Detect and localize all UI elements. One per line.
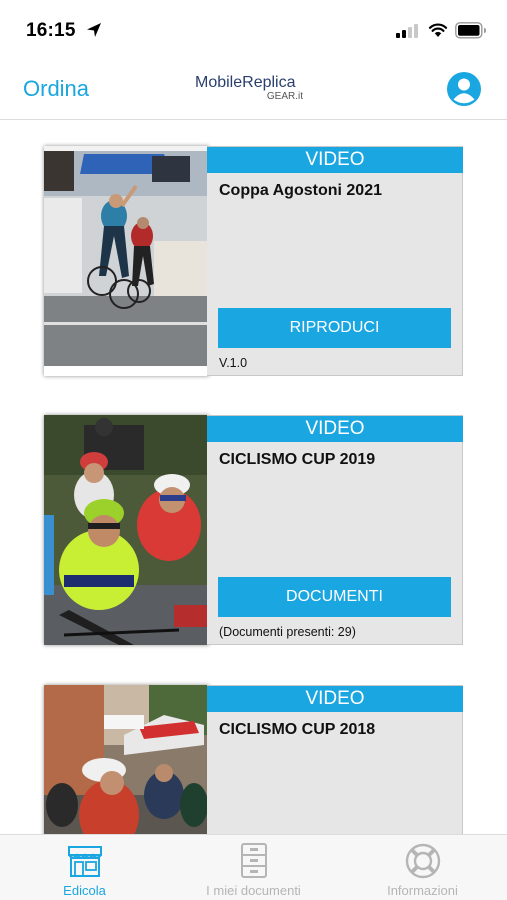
cyclist-finish-line-photo[interactable] xyxy=(44,146,209,376)
tab-my-documents[interactable]: I miei documenti xyxy=(169,835,338,900)
lifebuoy-icon xyxy=(405,843,440,879)
version-label: V.1.0 xyxy=(219,356,248,370)
status-time: 16:15 xyxy=(26,20,76,41)
play-button[interactable]: RIPRODUCI xyxy=(218,308,451,348)
navigation-bar: Ordina MobileReplica GEAR.it xyxy=(0,56,507,120)
publication-card[interactable]: VIDEO Coppa Agostoni 2021 RIPRODUCI V.1.… xyxy=(44,146,464,376)
media-type-badge: VIDEO xyxy=(207,686,463,712)
tab-label: Informazioni xyxy=(387,883,458,898)
publication-info: VIDEO CICLISMO CUP 2018 xyxy=(207,685,463,834)
user-profile-icon[interactable] xyxy=(446,71,482,107)
publication-title: CICLISMO CUP 2018 xyxy=(219,721,376,738)
tab-bar: Edicola I miei documenti Informazioni xyxy=(0,834,507,900)
wifi-icon xyxy=(428,23,448,37)
documents-count-label: (Documenti presenti: 29) xyxy=(219,625,356,639)
publication-card[interactable]: VIDEO CICLISMO CUP 2018 xyxy=(44,685,464,834)
brand-title: MobileReplica xyxy=(195,74,296,91)
status-bar: 16:15 xyxy=(0,0,507,56)
tab-edicola[interactable]: Edicola xyxy=(0,835,169,900)
brand-subtitle: GEAR.it xyxy=(266,91,303,102)
documents-button[interactable]: DOCUMENTI xyxy=(218,577,451,617)
battery-icon xyxy=(455,22,486,39)
publication-title: CICLISMO CUP 2019 xyxy=(219,451,376,468)
cyclists-street-race-photo[interactable] xyxy=(44,685,209,834)
publication-info: VIDEO Coppa Agostoni 2021 RIPRODUCI V.1.… xyxy=(207,146,463,376)
tab-information[interactable]: Informazioni xyxy=(338,835,507,900)
publication-list[interactable]: VIDEO Coppa Agostoni 2021 RIPRODUCI V.1.… xyxy=(0,121,507,834)
publication-card[interactable]: VIDEO CICLISMO CUP 2019 DOCUMENTI (Docum… xyxy=(44,415,464,645)
tab-label: Edicola xyxy=(63,883,106,898)
cyclists-racing-photo[interactable] xyxy=(44,415,209,645)
media-type-badge: VIDEO xyxy=(207,416,463,442)
cellular-signal-icon xyxy=(396,24,418,38)
tab-label: I miei documenti xyxy=(206,883,301,898)
publication-info: VIDEO CICLISMO CUP 2019 DOCUMENTI (Docum… xyxy=(207,415,463,645)
sort-button[interactable]: Ordina xyxy=(23,76,89,102)
media-type-badge: VIDEO xyxy=(207,147,463,173)
filing-cabinet-icon xyxy=(240,843,267,878)
brand-logo: MobileReplica GEAR.it xyxy=(195,74,305,102)
newsstand-icon xyxy=(67,846,102,877)
publication-title: Coppa Agostoni 2021 xyxy=(219,182,382,199)
location-arrow-icon xyxy=(87,23,101,37)
